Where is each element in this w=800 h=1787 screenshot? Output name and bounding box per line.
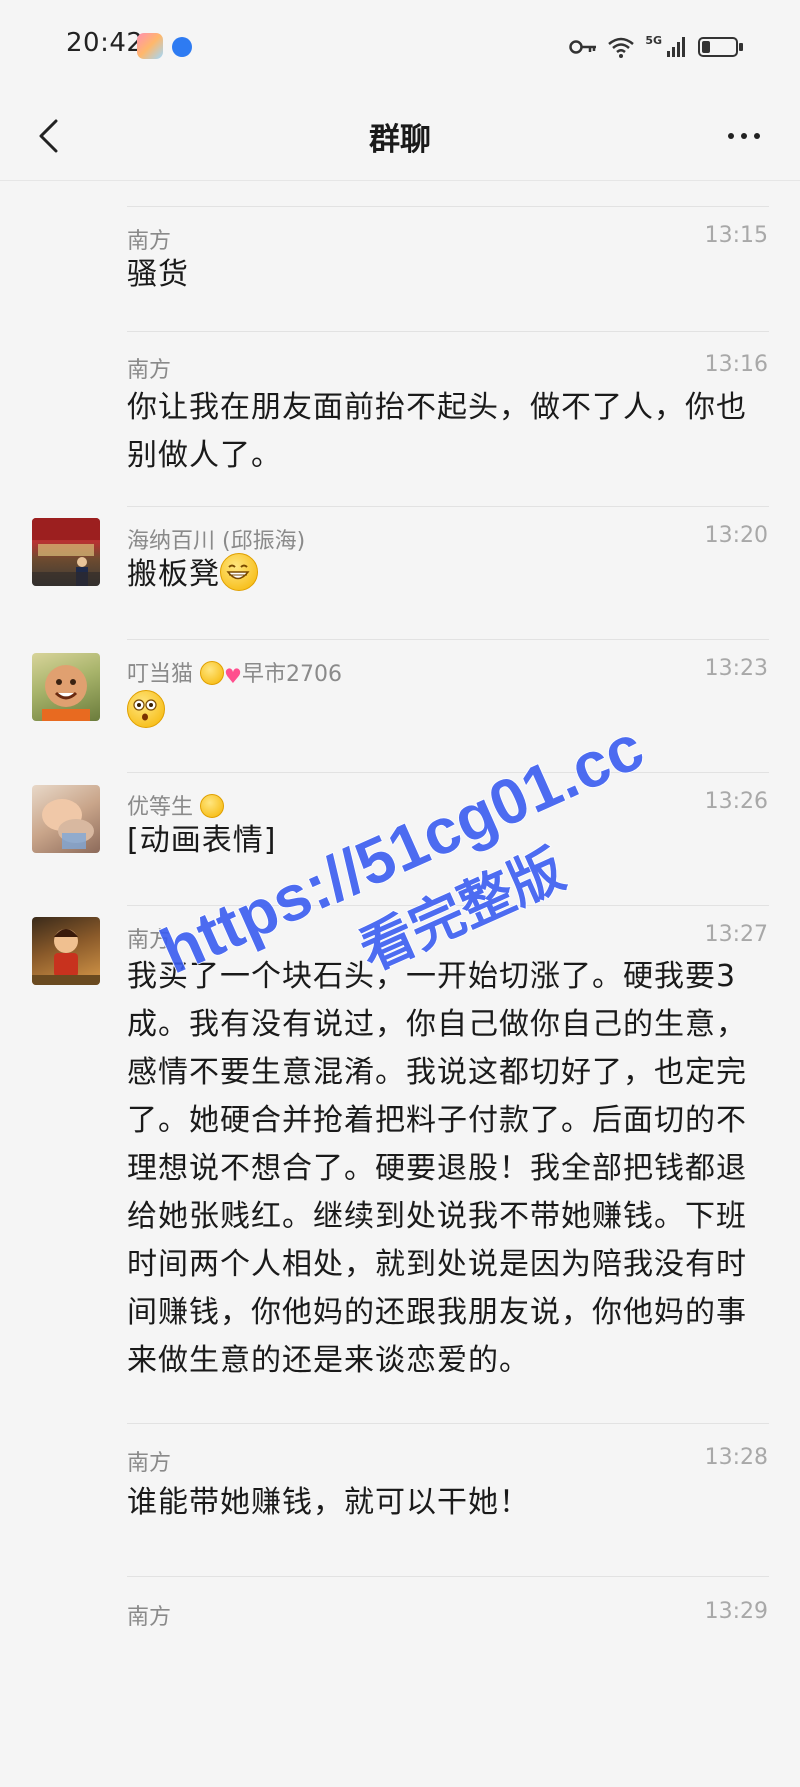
message-item[interactable]: 南方 13:16 你让我在朋友面前抬不起头，做不了人，你也别做人了。	[0, 332, 800, 502]
grin-emoji-icon	[220, 553, 258, 591]
message-sender: 南方	[127, 358, 172, 383]
message-time: 13:16	[704, 352, 768, 377]
signal-icon	[667, 37, 685, 57]
kiss-emoji-icon	[200, 661, 225, 685]
message-text: 搬板凳	[127, 557, 220, 592]
shush-emoji-icon	[200, 794, 225, 818]
message-item[interactable]: 南方 13:29	[0, 1577, 800, 1637]
more-dots-icon	[728, 133, 734, 139]
key-icon	[569, 40, 597, 54]
message-item[interactable]: 南方 13:27 我买了一个块石头，一开始切涨了。硬我要3成。我有没有说过，你自…	[0, 906, 800, 1423]
status-bar: 20:42 5G	[0, 0, 800, 92]
message-time: 13:27	[704, 922, 768, 947]
message-list[interactable]: 南方 13:15 骚货 南方 13:16 你让我在朋友面前抬不起头，做不了人，你…	[0, 181, 800, 1787]
sender-name-suffix: 早市2706	[241, 662, 342, 687]
message-time: 13:20	[704, 523, 768, 548]
message-item[interactable]: 优等生 13:26 [动画表情]	[0, 773, 800, 905]
message-item[interactable]: 海纳百川 (邱振海) 13:20 搬板凳	[0, 507, 800, 639]
message-time: 13:29	[704, 1599, 768, 1624]
avatar-image	[32, 929, 100, 985]
battery-icon	[698, 37, 743, 57]
message-time: 13:28	[704, 1445, 768, 1470]
network-type-label: 5G	[645, 33, 662, 47]
message-item[interactable]: 南方 13:15 骚货	[0, 207, 800, 331]
message-sender: 南方	[127, 928, 172, 953]
avatar[interactable]	[32, 518, 100, 586]
hearts-emoji-icon: ♥	[224, 664, 242, 688]
nav-bar: 群聊	[0, 92, 800, 181]
message-time: 13:23	[704, 656, 768, 681]
avatar-image	[42, 665, 90, 721]
avatar[interactable]	[32, 653, 100, 721]
message-time: 13:26	[704, 789, 768, 814]
app-notification-dot-icon	[172, 37, 192, 57]
message-sender: 南方	[127, 1605, 172, 1630]
message-text: 你让我在朋友面前抬不起头，做不了人，你也别做人了。	[127, 390, 747, 473]
message-sender: 叮当猫 ♥早市2706	[127, 656, 342, 688]
sender-name: 叮当猫	[127, 662, 194, 687]
page-title: 群聊	[369, 122, 431, 158]
message-text: 我买了一个块石头，一开始切涨了。硬我要3成。我有没有说过，你自己做你自己的生意，…	[127, 959, 747, 1378]
avatar-image	[42, 799, 94, 849]
message-time: 13:15	[704, 223, 768, 248]
status-time: 20:42	[66, 28, 144, 58]
wifi-icon	[608, 37, 635, 58]
avatar-image	[32, 518, 100, 586]
message-item[interactable]: 南方 13:28 谁能带她赚钱，就可以干她！	[0, 1424, 800, 1576]
app-notification-icon	[137, 33, 163, 59]
battery-fill	[702, 41, 710, 53]
message-text: 谁能带她赚钱，就可以干她！	[127, 1485, 530, 1520]
message-body	[127, 688, 772, 736]
message-body: 搬板凳	[127, 551, 772, 599]
astonished-emoji-icon	[127, 690, 165, 728]
message-item[interactable]: 叮当猫 ♥早市2706 13:23	[0, 640, 800, 772]
avatar[interactable]	[32, 917, 100, 985]
message-text: 骚货	[127, 257, 189, 292]
more-button[interactable]	[718, 114, 770, 158]
message-sender: 南方	[127, 1451, 172, 1476]
status-icons: 5G	[569, 30, 743, 64]
avatar[interactable]	[32, 785, 100, 853]
message-text: [动画表情]	[127, 823, 277, 858]
